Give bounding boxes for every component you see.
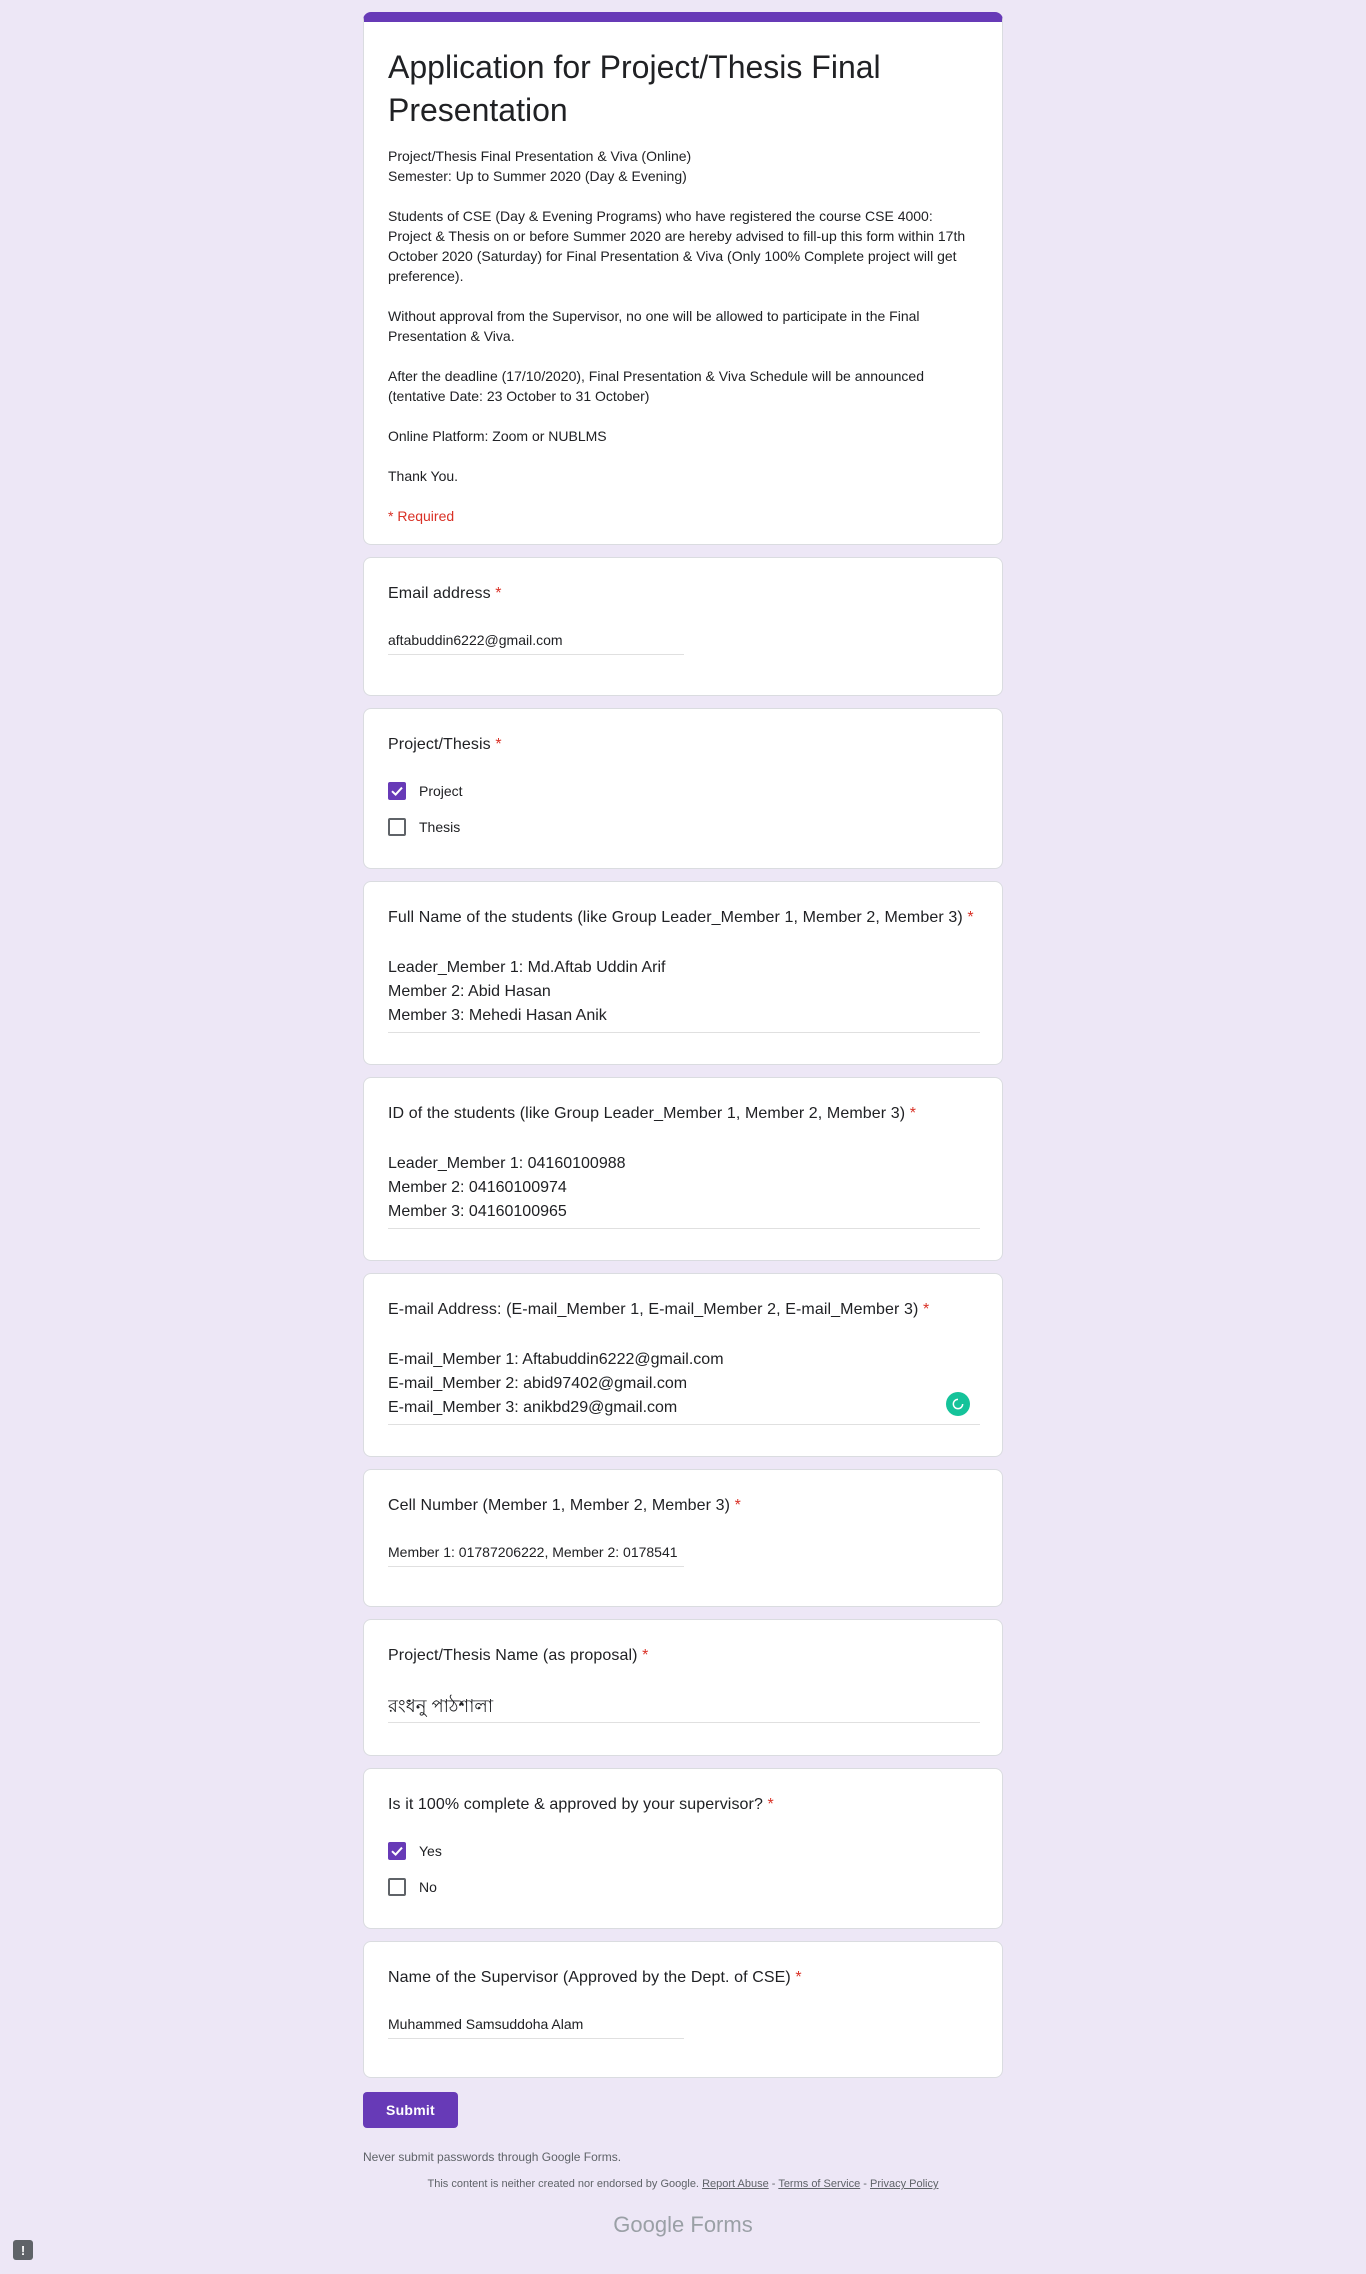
question-project-thesis: Project/Thesis * Project Thesis bbox=[363, 708, 1003, 869]
question-student-names: Full Name of the students (like Group Le… bbox=[363, 881, 1003, 1065]
cell-number-field[interactable] bbox=[388, 1544, 684, 1567]
question-student-ids: ID of the students (like Group Leader_Me… bbox=[363, 1077, 1003, 1261]
grammarly-icon[interactable] bbox=[946, 1392, 970, 1416]
question-label: Is it 100% complete & approved by your s… bbox=[388, 1796, 774, 1813]
required-star: * bbox=[922, 1301, 930, 1318]
checkbox-checked[interactable] bbox=[388, 782, 406, 800]
option-yes[interactable]: Yes bbox=[388, 1833, 978, 1869]
required-star: * bbox=[642, 1647, 649, 1664]
option-label: No bbox=[419, 1879, 437, 1895]
disclaimer-text: This content is neither created nor endo… bbox=[427, 2178, 700, 2190]
checkbox-group: Project Thesis bbox=[388, 773, 978, 845]
disclaimer: This content is neither created nor endo… bbox=[363, 2178, 1003, 2190]
question-complete-approved: Is it 100% complete & approved by your s… bbox=[363, 1768, 1003, 1929]
feedback-icon[interactable]: ! bbox=[13, 2240, 33, 2260]
option-thesis[interactable]: Thesis bbox=[388, 809, 978, 845]
submit-button[interactable]: Submit bbox=[363, 2092, 458, 2128]
separator: - bbox=[771, 2178, 776, 2190]
question-project-name: Project/Thesis Name (as proposal) * রংধন… bbox=[363, 1619, 1003, 1756]
question-label: Full Name of the students (like Group Le… bbox=[388, 909, 974, 926]
checkbox-unchecked[interactable] bbox=[388, 818, 406, 836]
check-icon bbox=[391, 1846, 403, 1857]
question-label: E-mail Address: (E-mail_Member 1, E-mail… bbox=[388, 1301, 930, 1318]
question-label: Project/Thesis Name (as proposal) * bbox=[388, 1647, 649, 1664]
google-forms-logo[interactable]: Google Forms bbox=[363, 2212, 1003, 2238]
question-label: Cell Number (Member 1, Member 2, Member … bbox=[388, 1497, 741, 1514]
brand-google: Google bbox=[613, 2212, 685, 2237]
required-star: * bbox=[967, 909, 974, 926]
password-warning: Never submit passwords through Google Fo… bbox=[363, 2150, 622, 2164]
required-star: * bbox=[495, 736, 502, 753]
option-label: Project bbox=[419, 783, 463, 799]
option-label: Yes bbox=[419, 1843, 442, 1859]
form-description: Project/Thesis Final Presentation & Viva… bbox=[388, 148, 966, 484]
required-star: * bbox=[767, 1796, 774, 1813]
checkbox-unchecked[interactable] bbox=[388, 1878, 406, 1896]
form-header-card: Application for Project/Thesis Final Pre… bbox=[363, 12, 1003, 545]
check-icon bbox=[391, 786, 403, 797]
question-label: Email address * bbox=[388, 585, 502, 602]
question-label: ID of the students (like Group Leader_Me… bbox=[388, 1105, 917, 1122]
question-label: Project/Thesis * bbox=[388, 736, 502, 753]
required-star: * bbox=[495, 585, 502, 602]
question-member-emails: E-mail Address: (E-mail_Member 1, E-mail… bbox=[363, 1273, 1003, 1457]
report-abuse-link[interactable]: Report Abuse bbox=[702, 2178, 769, 2190]
required-star: * bbox=[734, 1497, 741, 1514]
separator: - bbox=[863, 2178, 867, 2190]
question-cell-number: Cell Number (Member 1, Member 2, Member … bbox=[363, 1469, 1003, 1607]
email-field[interactable] bbox=[388, 632, 684, 655]
student-ids-textarea[interactable]: Leader_Member 1: 04160100988 Member 2: 0… bbox=[388, 1152, 980, 1229]
option-no[interactable]: No bbox=[388, 1869, 978, 1905]
student-names-textarea[interactable]: Leader_Member 1: Md.Aftab Uddin Arif Mem… bbox=[388, 956, 980, 1033]
privacy-link[interactable]: Privacy Policy bbox=[870, 2178, 938, 2190]
member-emails-textarea[interactable]: E-mail_Member 1: Aftabuddin6222@gmail.co… bbox=[388, 1348, 980, 1425]
required-star: * bbox=[795, 1969, 802, 1986]
option-label: Thesis bbox=[419, 819, 461, 835]
question-supervisor: Name of the Supervisor (Approved by the … bbox=[363, 1941, 1003, 2078]
brand-forms: Forms bbox=[690, 2212, 753, 2237]
required-star: * bbox=[909, 1105, 917, 1122]
checkbox-checked[interactable] bbox=[388, 1842, 406, 1860]
question-label: Name of the Supervisor (Approved by the … bbox=[388, 1969, 802, 1986]
terms-link[interactable]: Terms of Service bbox=[778, 2178, 860, 2190]
project-name-field[interactable]: রংধনু পাঠশালা bbox=[388, 1694, 980, 1723]
option-project[interactable]: Project bbox=[388, 773, 978, 809]
supervisor-name-field[interactable] bbox=[388, 2016, 684, 2039]
required-note: * Required bbox=[388, 508, 455, 524]
form-title: Application for Project/Thesis Final Pre… bbox=[388, 49, 881, 128]
checkbox-group: Yes No bbox=[388, 1833, 978, 1905]
question-email: Email address * bbox=[363, 557, 1003, 696]
form-container: Application for Project/Thesis Final Pre… bbox=[363, 12, 1003, 2238]
